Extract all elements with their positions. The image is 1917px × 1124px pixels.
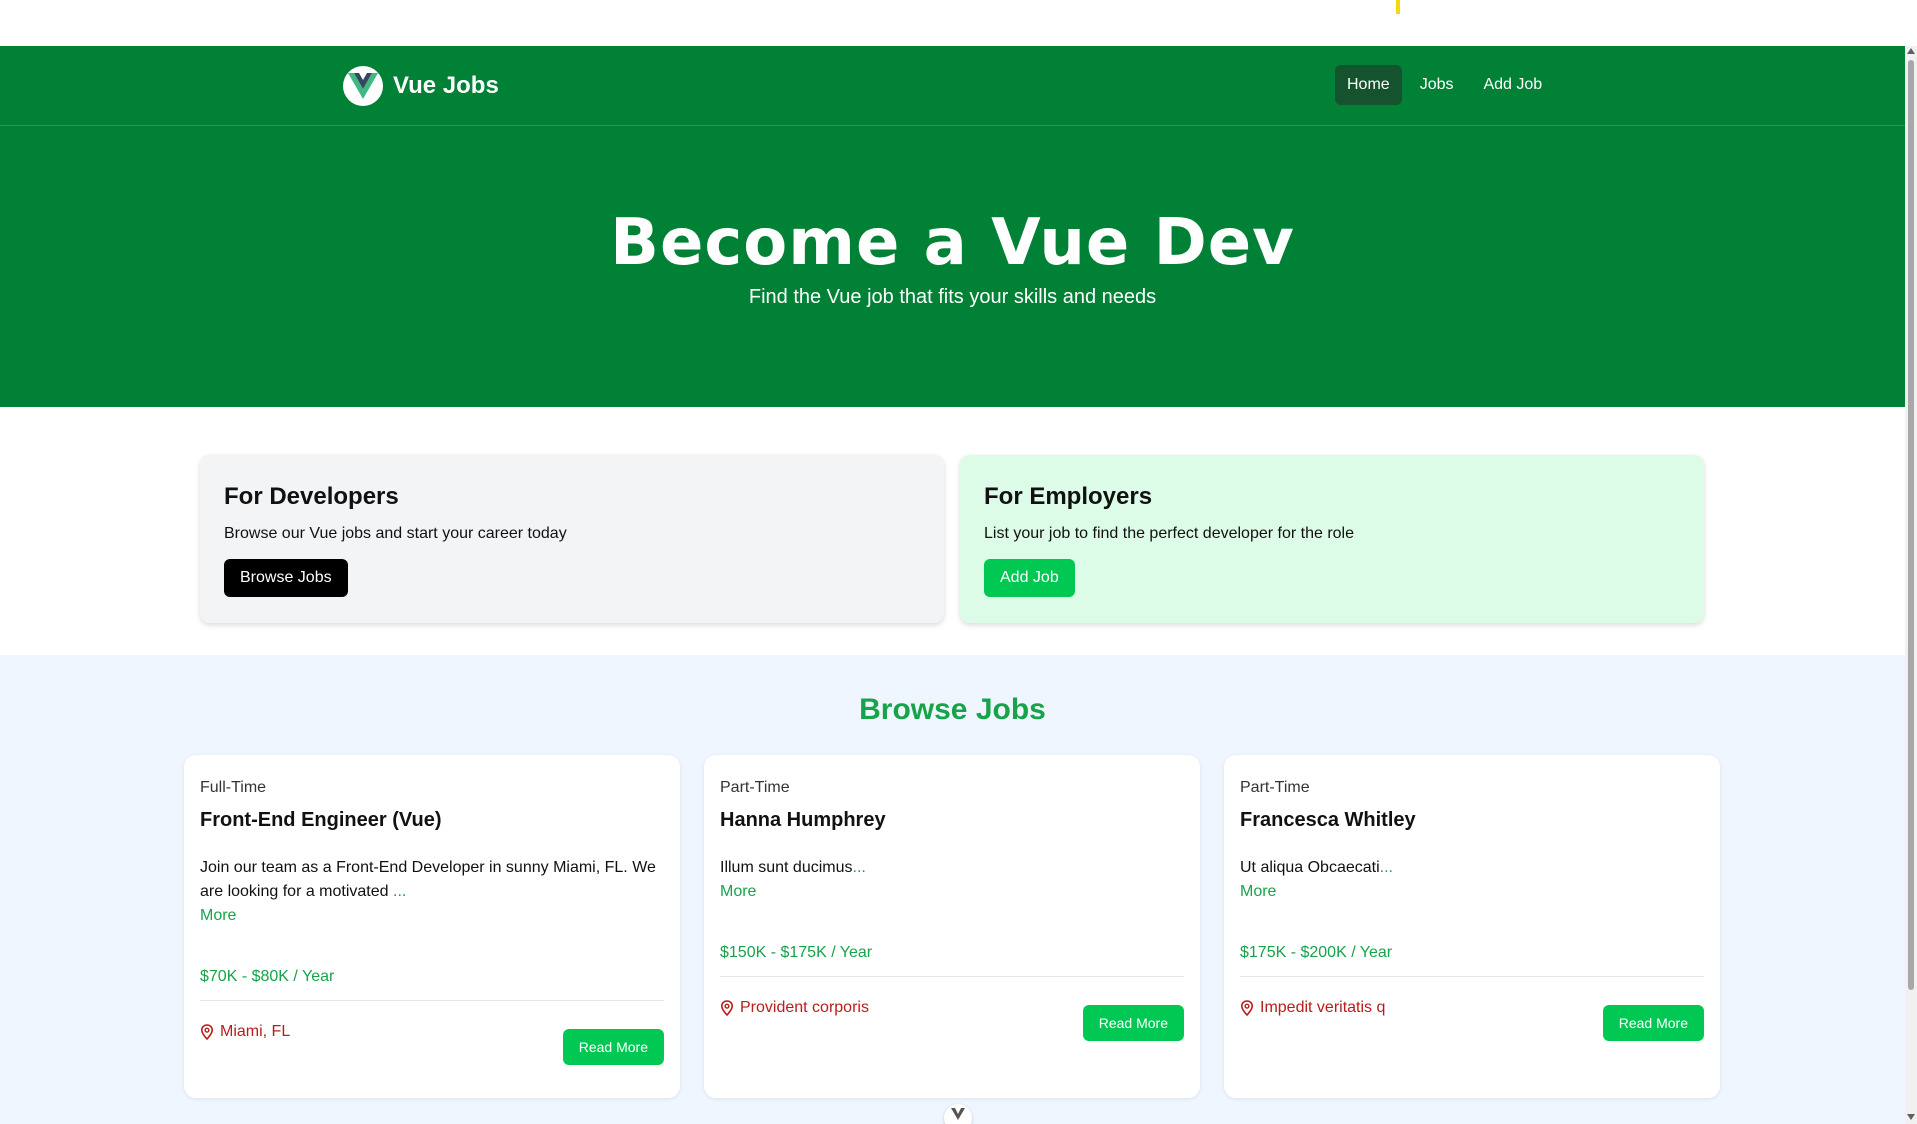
- brand-link[interactable]: Vue Jobs: [343, 66, 499, 106]
- developers-card-text: Browse our Vue jobs and start your caree…: [224, 525, 567, 542]
- job-location-text: Miami, FL: [220, 1023, 291, 1040]
- job-salary: $175K - $200K / Year: [1240, 944, 1393, 961]
- hero-title: Become a Vue Dev: [610, 206, 1295, 280]
- nav-home[interactable]: Home: [1335, 65, 1402, 105]
- map-pin-icon: [720, 1000, 734, 1016]
- read-more-button[interactable]: Read More: [1082, 1005, 1184, 1041]
- scroll-up-arrow-icon[interactable]: [1907, 48, 1915, 54]
- job-title: Front-End Engineer (Vue): [200, 809, 442, 831]
- navbar: Vue Jobs Home Jobs Add Job: [0, 46, 1905, 126]
- job-salary: $150K - $175K / Year: [720, 944, 873, 961]
- nav-add-job[interactable]: Add Job: [1471, 65, 1554, 105]
- read-more-button[interactable]: Read More: [1602, 1005, 1704, 1041]
- job-more-link[interactable]: More: [720, 880, 1184, 904]
- info-cards-section: For Developers Browse our Vue jobs and s…: [0, 407, 1905, 655]
- job-description-ellipsis: ...: [1379, 859, 1393, 876]
- job-card: Part-Time Hanna Humphrey Illum sunt duci…: [704, 755, 1200, 1098]
- job-title: Francesca Whitley: [1240, 809, 1416, 831]
- employers-card-title: For Employers: [984, 483, 1153, 510]
- vue-logo-icon: [343, 66, 383, 106]
- hero-section: Become a Vue Dev Find the Vue job that f…: [0, 126, 1905, 407]
- brand-name: Vue Jobs: [393, 72, 499, 99]
- hero-subtitle: Find the Vue job that fits your skills a…: [748, 286, 1157, 308]
- employers-card: For Employers List your job to find the …: [960, 455, 1704, 623]
- job-more-link[interactable]: More: [1240, 880, 1704, 904]
- scroll-down-arrow-icon[interactable]: [1907, 1114, 1915, 1120]
- map-pin-icon: [1240, 1000, 1254, 1016]
- job-description-text: Illum sunt ducimus: [720, 859, 853, 876]
- developers-card: For Developers Browse our Vue jobs and s…: [200, 455, 944, 623]
- job-description: Illum sunt ducimus... More: [720, 856, 1184, 904]
- job-description: Ut aliqua Obcaecati... More: [1240, 856, 1704, 904]
- job-description-text: Ut aliqua Obcaecati: [1240, 859, 1380, 876]
- scroll-down-indicator[interactable]: [944, 1104, 972, 1124]
- read-more-button[interactable]: Read More: [562, 1029, 664, 1065]
- job-description-ellipsis: ...: [852, 859, 866, 876]
- job-divider: [200, 1000, 664, 1001]
- job-salary: $70K - $80K / Year: [200, 968, 335, 985]
- job-title: Hanna Humphrey: [720, 809, 886, 831]
- job-description-text: Join our team as a Front-End Developer i…: [200, 859, 656, 900]
- page-scrollbar[interactable]: [1905, 46, 1917, 1124]
- yellow-indicator: [1396, 0, 1400, 14]
- job-location-text: Provident corporis: [740, 999, 869, 1016]
- browse-jobs-button[interactable]: Browse Jobs: [224, 559, 348, 597]
- browser-top-area: [0, 0, 1905, 46]
- job-divider: [1240, 976, 1704, 977]
- map-pin-icon: [200, 1024, 214, 1040]
- job-location-text: Impedit veritatis q: [1260, 999, 1386, 1016]
- browse-jobs-title: Browse Jobs: [859, 693, 1046, 726]
- employers-card-text: List your job to find the perfect develo…: [984, 525, 1354, 542]
- browse-jobs-section: Browse Jobs Full-Time Front-End Engineer…: [0, 655, 1905, 1124]
- job-type: Part-Time: [1240, 779, 1310, 796]
- developers-card-title: For Developers: [224, 483, 399, 510]
- job-description: Join our team as a Front-End Developer i…: [200, 856, 664, 928]
- job-card: Full-Time Front-End Engineer (Vue) Join …: [184, 755, 680, 1098]
- job-type: Part-Time: [720, 779, 790, 796]
- nav-links: Home Jobs Add Job: [1335, 65, 1554, 105]
- job-description-ellipsis: ...: [393, 883, 407, 900]
- add-job-button[interactable]: Add Job: [984, 559, 1075, 597]
- vue-chevron-icon: [951, 1108, 965, 1120]
- job-divider: [720, 976, 1184, 977]
- nav-jobs[interactable]: Jobs: [1408, 65, 1466, 105]
- scrollbar-thumb[interactable]: [1908, 60, 1914, 990]
- job-card: Part-Time Francesca Whitley Ut aliqua Ob…: [1224, 755, 1720, 1098]
- job-type: Full-Time: [200, 779, 267, 796]
- job-more-link[interactable]: More: [200, 904, 664, 928]
